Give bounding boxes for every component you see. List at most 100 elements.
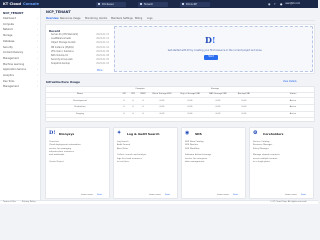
usage-cell-block: 0.00 [159, 112, 165, 115]
help-icon[interactable]: ? [274, 2, 276, 6]
usage-cell-object: 0.00 [187, 99, 193, 102]
region-select[interactable]: DX-Seoul [96, 1, 126, 7]
banner-start-button[interactable]: Start [204, 55, 218, 60]
footer-copyright: © KT Cloud Corp. All rights reserved. [270, 200, 307, 203]
footer-privacy-link[interactable]: Privacy Policy [22, 201, 36, 203]
service-line: Policy Manager [253, 147, 269, 150]
service-learn-more-link[interactable]: Learn more [81, 194, 93, 196]
sidebar-item[interactable]: Security › [3, 46, 38, 51]
sidebar-title: NCP_TENANT [3, 11, 24, 15]
tab-1[interactable]: Resources [60, 17, 72, 20]
usage-cell-status: Active [289, 112, 297, 115]
recent-more-link[interactable]: More [97, 69, 102, 72]
recent-item[interactable]: NAS Volume-01 2024-01-08 [51, 54, 109, 57]
usage-cell-block: 0.00 [159, 99, 165, 102]
usage-cell-nas: 0.00 [215, 112, 221, 115]
usage-cell-nas: 0.00 [215, 99, 221, 102]
recent-item-name: Snapshot-backup [51, 62, 70, 66]
sidebar-item-label: Compute [3, 22, 14, 26]
recent-item[interactable]: VPC-main / Subnet-a 2024-01-09 [51, 50, 109, 53]
sidebar: NCP_TENANT Dashboard › Compute › Network › Sto… [0, 8, 41, 204]
recent-item[interactable]: Security Group-web 2024-01-05 [51, 58, 109, 61]
recent-item[interactable]: Server-01 (VM-Standard) 2024-01-15 [51, 33, 109, 36]
sidebar-item[interactable]: Application Service › [3, 68, 38, 73]
chevron-right-icon: › [37, 62, 38, 66]
usage-cell-mem: 0 [142, 99, 144, 102]
chevron-right-icon: › [37, 34, 38, 38]
user-icon[interactable]: ● [280, 2, 282, 6]
usage-cell-cpu: 0 [132, 112, 134, 115]
service-start-link[interactable]: Start [301, 194, 306, 196]
chevron-right-icon: › [37, 79, 38, 83]
service-learn-more-link[interactable]: Learn more [285, 194, 297, 196]
usage-cell-cpu: 0 [132, 99, 134, 102]
recent-item-name: Security Group-web [51, 58, 73, 62]
sidebar-item[interactable]: Management › [3, 85, 38, 90]
sidebar-item[interactable]: Content Delivery › [3, 51, 38, 56]
usage-cell-mem: 0 [142, 106, 144, 108]
col-status: Status [289, 93, 297, 95]
tab-3[interactable]: Monitoring [85, 17, 98, 20]
service-start-link[interactable]: Start [97, 194, 102, 196]
sidebar-item[interactable]: Analytics › [3, 74, 38, 79]
service-title: SDS [195, 131, 202, 136]
service-title: Log & Audit Search [127, 131, 160, 136]
sidebar-item[interactable]: Network › [3, 28, 38, 33]
logo-icon: D! [49, 130, 56, 136]
sidebar-item[interactable]: Machine Learning › [3, 63, 38, 68]
chevron-right-icon: › [37, 28, 38, 32]
sidebar-item-label: Database [3, 39, 15, 43]
sidebar-item[interactable]: Dashboard › [3, 17, 38, 22]
zone-select[interactable]: DX-G-SE [180, 1, 210, 7]
chevron-right-icon: › [37, 74, 38, 77]
chevron-right-icon: › [37, 39, 38, 43]
globe-icon [97, 2, 100, 6]
sidebar-item-label: Analytics [3, 74, 14, 77]
search-icon: ✦ [117, 130, 122, 136]
service-title: Dionysys [59, 131, 75, 136]
usage-cell-name: Staging [76, 112, 84, 115]
sidebar-item-label: Application Service [3, 68, 26, 72]
tab-8[interactable]: Logs [147, 17, 153, 20]
recent-item[interactable]: LoadBalancer-web 2024-01-14 [51, 37, 109, 40]
tab-6[interactable]: Settings [123, 17, 133, 20]
chevron-right-icon: › [37, 68, 38, 72]
service-start-link[interactable]: Start [233, 194, 238, 196]
col-object: Object Storage(GB) [179, 93, 201, 95]
recent-item-name: NAS Volume-01 [51, 54, 68, 57]
sidebar-item[interactable]: Database › [3, 40, 38, 45]
zone-icon [181, 2, 184, 6]
col-name: Name [76, 93, 84, 95]
header-group-compute: Compute [135, 88, 145, 90]
sidebar-item-label: Security [3, 45, 13, 49]
tab-7[interactable]: Billing [135, 17, 142, 20]
footer-terms-link[interactable]: Terms of Use [3, 201, 16, 203]
service-learn-more-link[interactable]: Learn more [217, 194, 229, 196]
bell-icon[interactable]: ◉ [268, 2, 270, 6]
service-start-link[interactable]: Start [165, 194, 170, 196]
sidebar-item[interactable]: Storage › [3, 34, 38, 39]
recent-item[interactable]: Snapshot-backup 2024-01-03 [51, 62, 109, 65]
usage-cell-object: 0.00 [187, 106, 193, 108]
sidebar-item[interactable]: Compute › [3, 23, 38, 28]
sidebar-item[interactable]: Management › [3, 57, 38, 62]
recent-item[interactable]: DB Instance (MySQL) 2024-01-10 [51, 46, 109, 49]
usage-cell-vm: 0 [123, 99, 125, 102]
account-label[interactable]: user@kt.com [285, 2, 300, 5]
tab-2[interactable]: Usage [73, 17, 80, 20]
service-learn-more-link[interactable]: Learn more [149, 194, 161, 196]
usage-details-link[interactable]: View Details [283, 80, 296, 83]
sidebar-item[interactable]: Dev Tools › [3, 80, 38, 85]
chevron-right-icon: › [37, 56, 38, 60]
app-logo[interactable]: KT Cloud Console [3, 1, 39, 7]
project-select[interactable]: Tenant [138, 1, 168, 7]
recent-item-name: Object Storage bucket [51, 41, 76, 45]
usage-cell-cpu: 0 [132, 106, 134, 108]
tab-4[interactable]: Alarms [99, 17, 107, 20]
usage-cell-backup: 0.00 [241, 106, 247, 108]
tab-5[interactable]: Members [111, 17, 122, 20]
usage-cell-nas: 0.00 [215, 106, 221, 108]
recent-item[interactable]: Object Storage bucket 2024-01-12 [51, 41, 109, 44]
recent-item-date: 2024-01-14 [96, 37, 109, 41]
banner-logo: D! [205, 35, 216, 45]
